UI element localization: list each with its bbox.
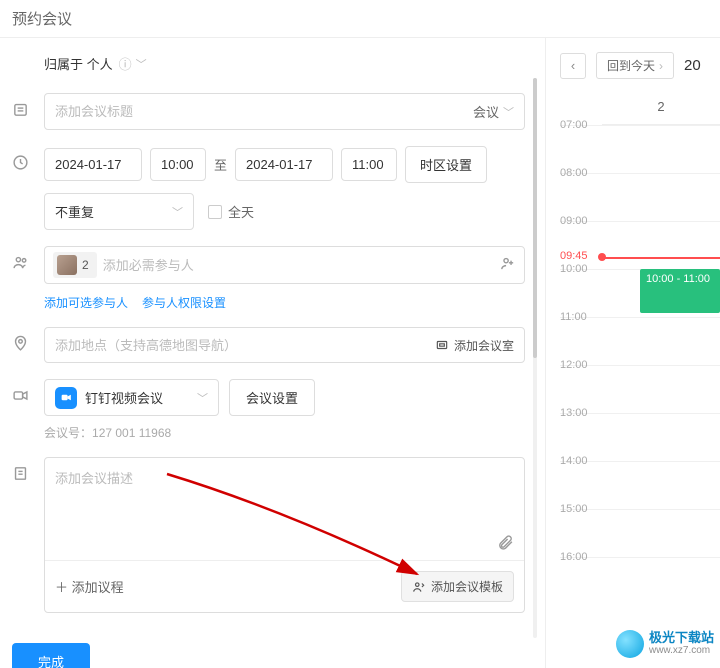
hour-line: 13:00	[560, 413, 720, 414]
form-panel: 归属于 个人 ⓘ ﹀ 会议﹀ 2024-01-17 10:00 至 20	[0, 38, 545, 668]
hour-label: 13:00	[560, 407, 598, 419]
now-label: 09:45	[560, 250, 598, 262]
hour-label: 14:00	[560, 455, 598, 467]
now-dot	[598, 253, 606, 261]
hour-line: 15:00	[560, 509, 720, 510]
meeting-type-select[interactable]: 会议﹀	[473, 102, 514, 121]
description-icon	[12, 465, 29, 482]
calendar-event[interactable]: 10:00 - 11:00	[640, 269, 720, 313]
participant-input[interactable]	[103, 258, 493, 273]
hour-line: 11:00	[560, 317, 720, 318]
watermark: 极光下载站www.xz7.com	[616, 630, 714, 658]
people-icon	[12, 254, 29, 271]
location-input[interactable]	[55, 338, 435, 353]
chevron-down-icon: ﹀	[197, 390, 208, 406]
meeting-title-input[interactable]	[55, 104, 473, 119]
permission-link[interactable]: 参与人权限设置	[142, 294, 226, 311]
allday-checkbox[interactable]: 全天	[208, 202, 254, 221]
meeting-id: 会议号：127 001 11968	[44, 424, 525, 441]
scrollbar[interactable]	[533, 78, 537, 638]
clock-icon	[12, 154, 29, 171]
repeat-select[interactable]: 不重复﹀	[44, 193, 194, 230]
year-label: 20	[684, 57, 701, 74]
hour-label: 09:00	[560, 215, 598, 227]
add-person-icon[interactable]	[499, 255, 516, 275]
info-icon[interactable]: ⓘ	[119, 54, 132, 73]
room-icon	[435, 338, 449, 352]
title-icon	[12, 101, 29, 118]
done-button[interactable]: 完成	[12, 643, 90, 668]
hour-label: 11:00	[560, 311, 598, 323]
owner-value[interactable]: 个人	[87, 54, 113, 73]
video-icon	[12, 387, 29, 404]
start-date-input[interactable]: 2024-01-17	[44, 148, 142, 181]
timezone-button[interactable]: 时区设置	[405, 146, 487, 183]
participant-tag[interactable]: 2	[53, 252, 97, 278]
hour-label: 10:00	[560, 263, 598, 275]
hour-line: 16:00	[560, 557, 720, 558]
chevron-down-icon: ﹀	[503, 104, 514, 120]
hour-line: 09:00	[560, 221, 720, 222]
hour-line: 14:00	[560, 461, 720, 462]
template-icon	[412, 580, 426, 594]
meeting-settings-button[interactable]: 会议设置	[229, 379, 315, 416]
page-title: 预约会议	[0, 0, 720, 38]
end-time-input[interactable]: 11:00	[341, 148, 397, 181]
end-date-input[interactable]: 2024-01-17	[235, 148, 333, 181]
hour-line: 12:00	[560, 365, 720, 366]
optional-participant-link[interactable]: 添加可选参与人	[44, 294, 128, 311]
day-header: 2	[602, 93, 720, 125]
chevron-down-icon: ﹀	[172, 204, 183, 220]
calendar-panel: ‹ 回到今天 › 20 2 07:0008:0009:0010:0011:001…	[545, 38, 720, 668]
hour-label: 12:00	[560, 359, 598, 371]
description-textarea[interactable]	[55, 468, 514, 513]
avatar	[57, 255, 77, 275]
hour-line: 07:00	[560, 125, 720, 126]
attachment-icon[interactable]	[497, 534, 514, 556]
today-button[interactable]: 回到今天 ›	[596, 52, 674, 79]
owner-label: 归属于	[44, 54, 83, 73]
add-agenda-button[interactable]: ＋ 添加议程	[55, 577, 124, 596]
add-template-button[interactable]: 添加会议模板	[401, 571, 514, 602]
location-icon	[12, 335, 29, 352]
hour-label: 16:00	[560, 551, 598, 563]
now-indicator	[602, 257, 720, 259]
chevron-down-icon[interactable]: ﹀	[136, 56, 147, 72]
hour-label: 15:00	[560, 503, 598, 515]
hour-label: 08:00	[560, 167, 598, 179]
hour-label: 07:00	[560, 119, 598, 131]
prev-button[interactable]: ‹	[560, 53, 586, 79]
hour-line: 08:00	[560, 173, 720, 174]
start-time-input[interactable]: 10:00	[150, 148, 206, 181]
dingtalk-icon	[55, 387, 77, 409]
watermark-icon	[616, 630, 644, 658]
to-label: 至	[214, 155, 227, 174]
video-provider-select[interactable]: 钉钉视频会议 ﹀	[44, 379, 219, 416]
add-room-button[interactable]: 添加会议室	[435, 337, 514, 354]
timeline[interactable]: 07:00 08:00 09:00 10:00 11:00 12:00 13:00 14:00…	[560, 125, 720, 625]
